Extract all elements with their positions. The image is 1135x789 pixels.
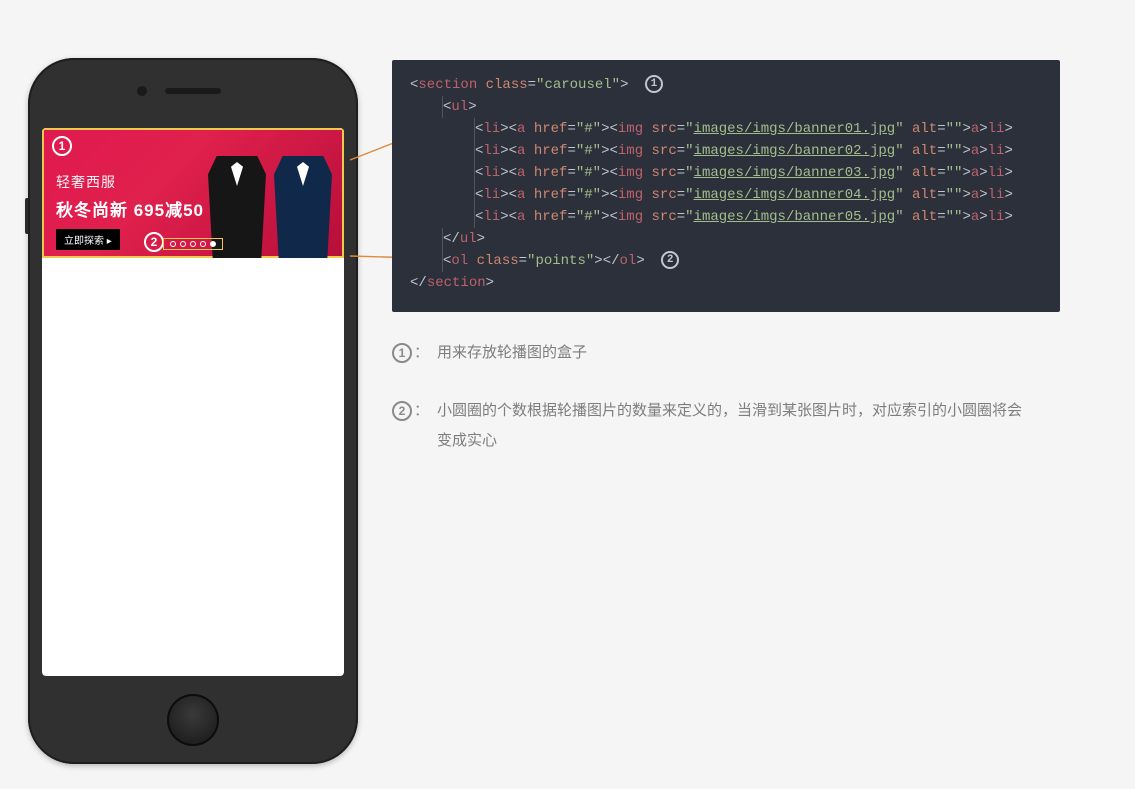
code-line: <li><a href="#"><img src="images/imgs/ba… <box>410 118 1042 140</box>
phone-camera <box>137 86 147 96</box>
carousel-points[interactable] <box>163 238 223 250</box>
banner-graphic <box>208 156 332 258</box>
banner-line2: 秋冬尚新 695减50 <box>56 196 204 221</box>
carousel-dot-active[interactable] <box>210 241 216 247</box>
carousel-dot[interactable] <box>170 241 176 247</box>
code-line: <ul> <box>410 96 1042 118</box>
carousel-banner[interactable]: 1 轻奢西服 秋冬尚新 695减50 立即探索 2 <box>42 128 344 258</box>
carousel-dot[interactable] <box>200 241 206 247</box>
marker-1-code: 1 <box>645 75 663 93</box>
suit-navy-icon <box>274 156 332 258</box>
marker-2-banner: 2 <box>144 232 164 252</box>
explanation-1: 1： 用来存放轮播图的盒子 <box>392 338 1032 368</box>
code-line: <ol class="points"></ol> 2 <box>410 250 1042 272</box>
code-line: <li><a href="#"><img src="images/imgs/ba… <box>410 184 1042 206</box>
phone-screen: 1 轻奢西服 秋冬尚新 695减50 立即探索 2 <box>42 128 344 676</box>
code-line: </ul> <box>410 228 1042 250</box>
banner-line1: 轻奢西服 <box>56 172 204 192</box>
code-line: <section class="carousel"> 1 <box>410 74 1042 96</box>
code-line: <li><a href="#"><img src="images/imgs/ba… <box>410 140 1042 162</box>
carousel-dot[interactable] <box>190 241 196 247</box>
explanation-2-text: 小圆圈的个数根据轮播图片的数量来定义的，当滑到某张图片时，对应索引的小圆圈将会变… <box>437 396 1032 456</box>
marker-1-text: 1 <box>392 343 412 363</box>
code-line: <li><a href="#"><img src="images/imgs/ba… <box>410 162 1042 184</box>
explanation-1-text: 用来存放轮播图的盒子 <box>437 338 587 368</box>
explanation-2: 2： 小圆圈的个数根据轮播图片的数量来定义的，当滑到某张图片时，对应索引的小圆圈… <box>392 396 1032 456</box>
code-line: </section> <box>410 272 1042 294</box>
marker-2-code: 2 <box>661 251 679 269</box>
phone-speaker <box>165 88 221 94</box>
marker-2-text: 2 <box>392 401 412 421</box>
phone-mockup: 1 轻奢西服 秋冬尚新 695减50 立即探索 2 <box>28 58 358 764</box>
code-block: <section class="carousel"> 1 <ul> <li><a… <box>392 60 1060 312</box>
banner-cta[interactable]: 立即探索 <box>56 229 120 250</box>
carousel-dot[interactable] <box>180 241 186 247</box>
code-line: <li><a href="#"><img src="images/imgs/ba… <box>410 206 1042 228</box>
home-button[interactable] <box>167 694 219 746</box>
marker-1-banner: 1 <box>52 136 72 156</box>
